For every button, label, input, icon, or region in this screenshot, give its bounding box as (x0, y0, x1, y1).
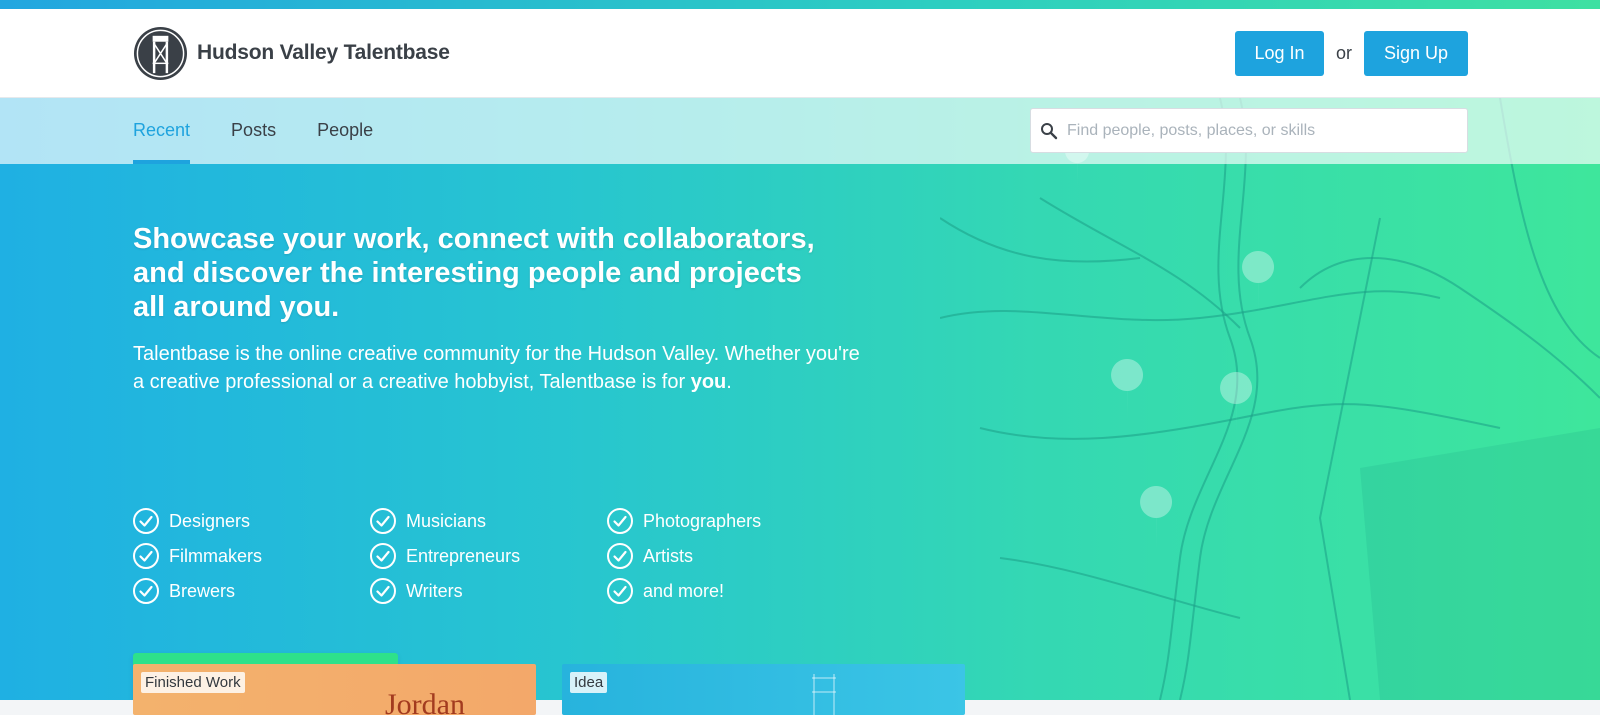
auth-actions: Log In or Sign Up (1234, 31, 1468, 76)
site-header: Hudson Valley Talentbase Log In or Sign … (0, 9, 1600, 98)
sign-up-button[interactable]: Sign Up (1364, 31, 1468, 76)
intro-emphasis: you (690, 371, 727, 393)
hero-intro: Talentbase is the online creative commun… (133, 340, 933, 396)
feed-tabs: Recent Posts People (133, 98, 414, 164)
check-circle-icon (133, 508, 159, 534)
hero-section: Recent Posts People Showcase your work, … (0, 98, 1600, 700)
audience-item: Brewers (133, 578, 370, 604)
audience-label: Photographers (643, 510, 762, 531)
search-box (1030, 108, 1468, 153)
tab-people[interactable]: People (317, 98, 373, 164)
audience-item: Filmmakers (133, 543, 370, 569)
brand-name: Hudson Valley Talentbase (197, 41, 450, 64)
log-in-button[interactable]: Log In (1234, 31, 1324, 76)
audience-item: and more! (607, 578, 844, 604)
secondary-nav: Recent Posts People (0, 98, 1600, 164)
search-input[interactable] (1067, 110, 1467, 151)
hero-headline: Showcase your work, connect with collabo… (133, 222, 873, 324)
post-type-badge: Idea (570, 672, 608, 693)
tab-recent[interactable]: Recent (133, 98, 191, 164)
check-circle-icon (370, 578, 396, 604)
audience-list: Designers Musicians Photographers Filmma… (133, 508, 853, 604)
audience-item: Musicians (370, 508, 607, 534)
check-circle-icon (133, 578, 159, 604)
audience-label: Entrepreneurs (406, 545, 521, 566)
check-circle-icon (370, 543, 396, 569)
post-card-idea[interactable]: Idea (562, 664, 965, 715)
audience-item: Entrepreneurs (370, 543, 607, 569)
check-circle-icon (607, 578, 633, 604)
brand-link[interactable]: Hudson Valley Talentbase (133, 25, 450, 81)
audience-label: Writers (406, 580, 463, 601)
intro-line-1: Talentbase is the online creative commun… (133, 343, 860, 365)
audience-item: Photographers (607, 508, 844, 534)
tab-posts[interactable]: Posts (231, 98, 276, 164)
check-circle-icon (370, 508, 396, 534)
audience-label: Filmmakers (169, 545, 262, 566)
headline-line: Showcase your work, connect with collabo… (133, 223, 815, 255)
audience-label: Designers (169, 510, 251, 531)
check-circle-icon (607, 543, 633, 569)
bridge-photo-thumbnail (812, 674, 836, 715)
hudson-valley-map-illustration (940, 98, 1600, 700)
search-icon (1031, 109, 1067, 152)
audience-label: Brewers (169, 580, 236, 601)
audience-label: and more! (643, 580, 725, 601)
audience-item: Writers (370, 578, 607, 604)
check-circle-icon (133, 543, 159, 569)
post-card-title: Jordan (385, 688, 465, 715)
intro-line-2: a creative professional or a creative ho… (133, 371, 686, 393)
audience-item: Designers (133, 508, 370, 534)
audience-item: Artists (607, 543, 844, 569)
top-accent-stripe (0, 0, 1600, 9)
post-card-finished-work[interactable]: Finished Work Jordan (133, 664, 536, 715)
headline-line: all around you. (133, 291, 340, 323)
intro-suffix: . (726, 371, 732, 393)
check-circle-icon (607, 508, 633, 534)
post-type-badge: Finished Work (141, 672, 245, 693)
or-separator: or (1335, 43, 1352, 63)
bridge-tower-logo-icon (133, 26, 188, 80)
audience-label: Artists (643, 545, 694, 566)
headline-line: and discover the interesting people and … (133, 257, 802, 289)
audience-label: Musicians (406, 510, 487, 531)
